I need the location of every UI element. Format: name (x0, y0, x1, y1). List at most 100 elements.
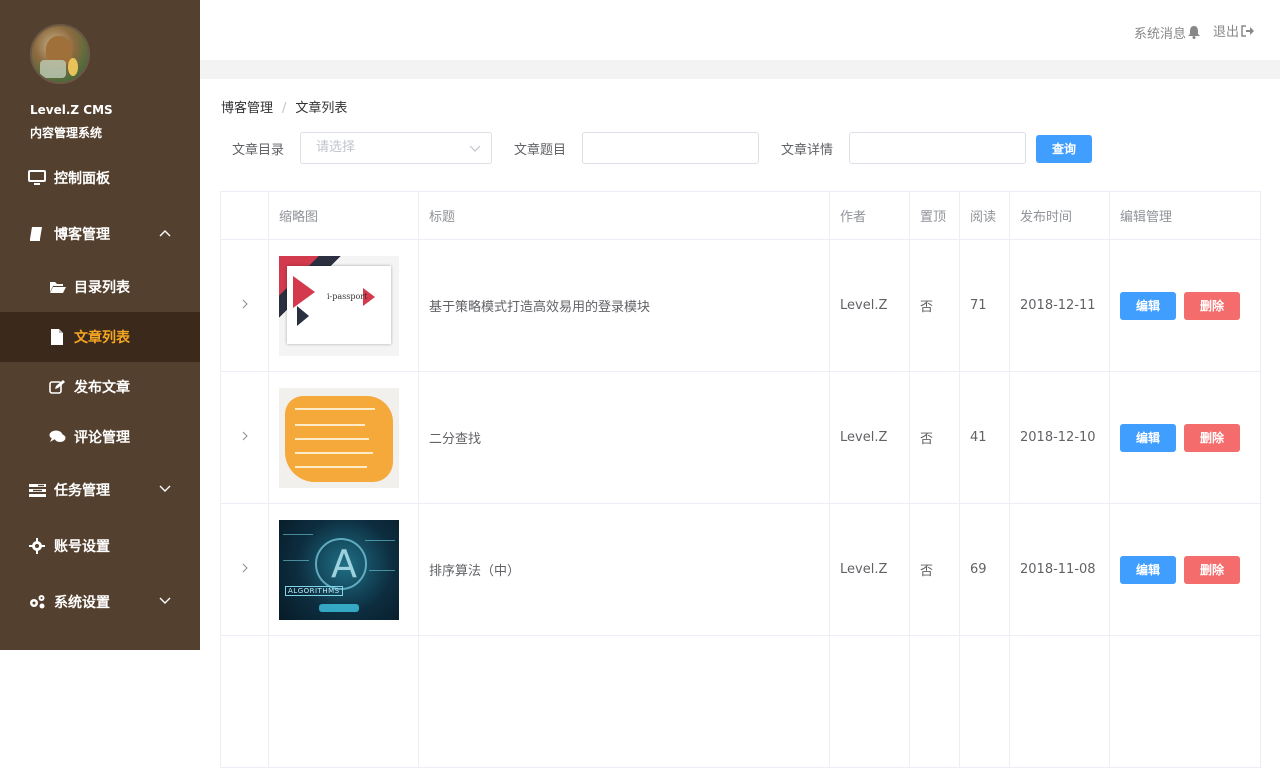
thumbnail-image: i-passport (279, 255, 399, 356)
table-row: i-passport 基于策略模式打造高效易用的登录模块 Level.Z 否 7… (220, 239, 1261, 372)
sidebar-item-category-list[interactable]: 目录列表 (0, 262, 200, 312)
chevron-up-icon (158, 226, 172, 244)
date-cell: 2018-12-10 (1009, 371, 1110, 504)
table-header-row: 缩略图 标题 作者 置顶 阅读 发布时间 编辑管理 (220, 191, 1261, 240)
table-row: A ALGORITHMS 排序算法（中） Level.Z 否 69 2018-1… (220, 503, 1261, 636)
delete-button[interactable]: 删除 (1184, 291, 1240, 320)
top-cell: 否 (909, 239, 960, 372)
sidebar-item-label: 任务管理 (54, 483, 110, 499)
detail-label: 文章详情 (781, 143, 834, 158)
actions-cell: 编辑 删除 (1109, 239, 1261, 372)
monitor-icon (28, 169, 46, 187)
messages-label: 系统消息 (1133, 27, 1186, 42)
folder-open-icon (48, 278, 66, 296)
brand-title: Level.Z CMS (30, 103, 113, 117)
table-row (220, 635, 1261, 768)
sidebar-item-system[interactable]: 系统设置 (0, 577, 200, 627)
article-table: 缩略图 标题 作者 置顶 阅读 发布时间 编辑管理 i-passport 基于策… (220, 191, 1261, 768)
sidebar-item-blog[interactable]: 博客管理 (0, 209, 200, 259)
sidebar-item-label: 目录列表 (74, 280, 130, 296)
brand-subtitle: 内容管理系统 (30, 126, 103, 140)
header-top: 置顶 (909, 191, 960, 240)
header-actions: 编辑管理 (1109, 191, 1261, 240)
sidebar-item-label: 发布文章 (74, 380, 130, 396)
header-expand (220, 191, 269, 240)
book-icon (28, 225, 46, 243)
detail-input[interactable] (849, 132, 1026, 164)
gears-icon (28, 593, 46, 611)
system-messages-link[interactable]: 系统消息 (1134, 23, 1200, 42)
author-cell: Level.Z (829, 503, 910, 636)
header-divider (200, 60, 1280, 79)
avatar[interactable] (30, 24, 90, 84)
thumbnail-image: A ALGORITHMS (279, 519, 399, 620)
category-select[interactable]: 请选择 (300, 132, 492, 164)
chevron-right-icon (242, 299, 248, 309)
title-cell: 基于策略模式打造高效易用的登录模块 (418, 239, 830, 372)
header-thumbnail: 缩略图 (268, 191, 419, 240)
breadcrumb-separator: / (282, 101, 287, 116)
sidebar-item-label: 系统设置 (54, 595, 110, 611)
sign-out-icon (1241, 24, 1254, 37)
top-cell: 否 (909, 371, 960, 504)
gear-icon (28, 537, 46, 555)
thumbnail-image (279, 387, 399, 488)
thumbnail-cell (268, 371, 419, 504)
edit-button[interactable]: 编辑 (1120, 555, 1176, 584)
thumbnail-cell: i-passport (268, 239, 419, 372)
chevron-right-icon (242, 431, 248, 441)
thumbnail-cell: A ALGORITHMS (268, 503, 419, 636)
edit-button[interactable]: 编辑 (1120, 291, 1176, 320)
top-cell: 否 (909, 503, 960, 636)
author-cell: Level.Z (829, 239, 910, 372)
header-date: 发布时间 (1009, 191, 1110, 240)
reads-cell: 69 (959, 503, 1010, 636)
edit-icon (48, 378, 66, 396)
edit-button[interactable]: 编辑 (1120, 423, 1176, 452)
delete-button[interactable]: 删除 (1184, 555, 1240, 584)
comments-icon (48, 428, 66, 446)
expand-toggle[interactable] (220, 503, 269, 636)
file-icon (48, 328, 66, 346)
tasks-icon (28, 481, 46, 499)
breadcrumb: 博客管理 / 文章列表 (221, 97, 347, 116)
chevron-down-icon (158, 594, 172, 612)
title-label: 文章题目 (514, 143, 567, 158)
sidebar-item-label: 账号设置 (54, 539, 110, 555)
header-author: 作者 (829, 191, 910, 240)
header-title: 标题 (418, 191, 830, 240)
sidebar-item-article-list[interactable]: 文章列表 (0, 312, 200, 362)
sidebar-item-label: 控制面板 (54, 171, 110, 187)
sidebar-item-comments[interactable]: 评论管理 (0, 412, 200, 462)
sidebar-item-label: 文章列表 (74, 330, 130, 346)
actions-cell: 编辑 删除 (1109, 371, 1261, 504)
sidebar-item-tasks[interactable]: 任务管理 (0, 465, 200, 515)
logout-label: 退出 (1212, 25, 1239, 40)
thumbnail-text: ALGORITHMS (285, 585, 343, 596)
sidebar-item-label: 评论管理 (74, 430, 130, 446)
query-button[interactable]: 查询 (1036, 135, 1092, 163)
logout-link[interactable]: 退出 (1213, 21, 1254, 40)
title-input[interactable] (582, 132, 759, 164)
sidebar-item-dashboard[interactable]: 控制面板 (0, 153, 200, 203)
title-cell: 二分查找 (418, 371, 830, 504)
date-cell: 2018-12-11 (1009, 239, 1110, 372)
reads-cell: 41 (959, 371, 1010, 504)
table-row: 二分查找 Level.Z 否 41 2018-12-10 编辑 删除 (220, 371, 1261, 504)
delete-button[interactable]: 删除 (1184, 423, 1240, 452)
breadcrumb-current: 文章列表 (295, 101, 348, 116)
topbar: 系统消息 退出 (200, 0, 1280, 60)
header-reads: 阅读 (959, 191, 1010, 240)
expand-toggle[interactable] (220, 371, 269, 504)
sidebar-item-account[interactable]: 账号设置 (0, 521, 200, 571)
sidebar: Level.Z CMS 内容管理系统 控制面板 博客管理 目录列表 文章列表 发… (0, 0, 200, 650)
category-label: 文章目录 (232, 143, 285, 158)
sidebar-item-publish[interactable]: 发布文章 (0, 362, 200, 412)
chevron-down-icon (158, 482, 172, 500)
breadcrumb-root[interactable]: 博客管理 (221, 101, 273, 116)
chevron-right-icon (242, 563, 248, 573)
reads-cell: 71 (959, 239, 1010, 372)
expand-toggle[interactable] (220, 239, 269, 372)
sidebar-item-label: 博客管理 (54, 227, 110, 243)
thumbnail-text: i-passport (327, 291, 368, 301)
